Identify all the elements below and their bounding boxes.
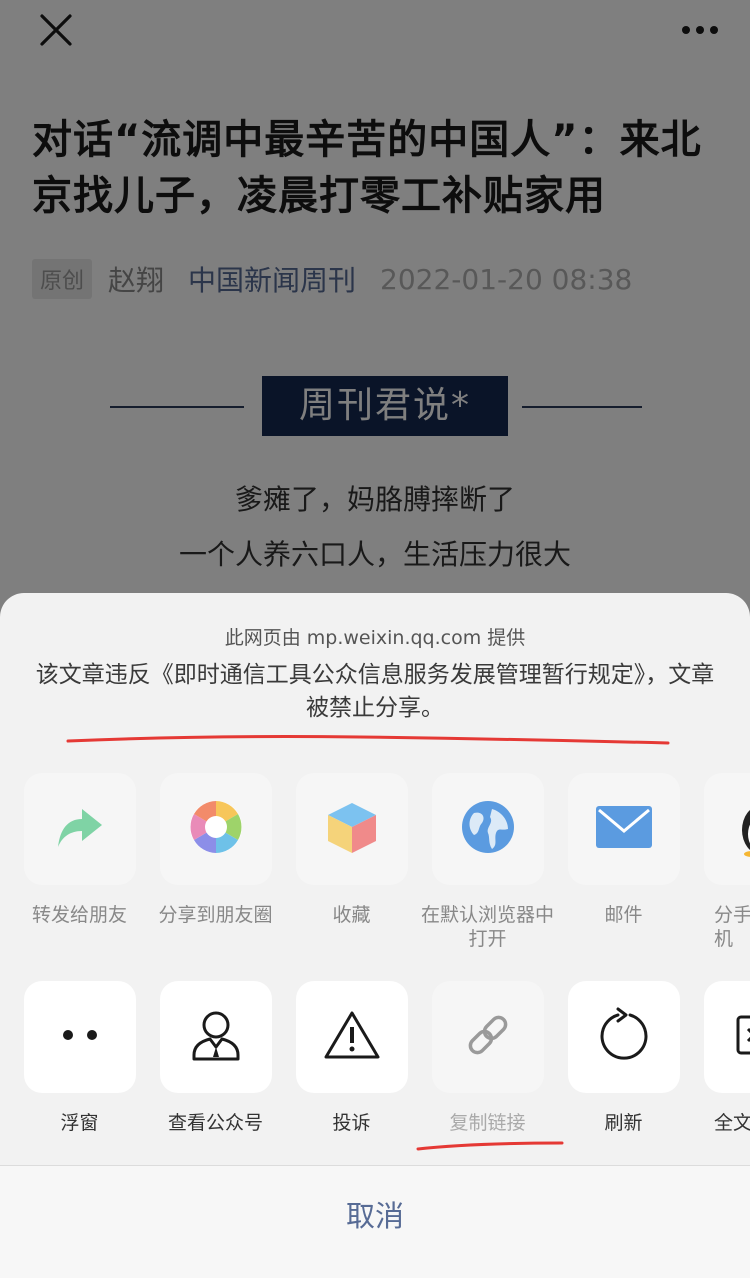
favorite-button[interactable]: 收藏 [284, 773, 419, 927]
share-action-sheet: 此网页由 mp.weixin.qq.com 提供 该文章违反《即时通信工具公众信… [0, 593, 750, 1278]
action-row: 浮窗 查看公众号 投诉 复制链接 刷新 全文 [0, 981, 750, 1161]
tile [703, 773, 750, 885]
share-to-moments-button[interactable]: 分享到朋友圈 [148, 773, 283, 927]
item-label: 分享到朋友圈 [158, 904, 273, 926]
tile [23, 773, 136, 885]
tile [703, 981, 750, 1093]
share-row: 转发给朋友 分享到朋友圈 收藏 在默认浏览器中打开 邮件 分手机 [0, 773, 750, 953]
warning-icon [323, 1009, 381, 1065]
item-label: 复制链接 [449, 1112, 526, 1134]
fulltext-icon [734, 1009, 750, 1065]
provider-text: 此网页由 mp.weixin.qq.com 提供 [224, 627, 526, 649]
item-label: 查看公众号 [167, 1112, 263, 1134]
tile [567, 981, 680, 1093]
item-label: 分手机 [714, 904, 750, 950]
item-label: 邮件 [604, 904, 643, 926]
tile [431, 773, 544, 885]
item-label: 全文 [714, 1112, 750, 1134]
open-in-browser-button[interactable]: 在默认浏览器中打开 [420, 773, 555, 951]
share-arrow-icon [52, 799, 108, 859]
share-forbidden-notice: 该文章违反《即时通信工具公众信息服务发展管理暂行规定》，文章被禁止分享。 [35, 662, 715, 721]
full-text-button[interactable]: 全文 [692, 981, 750, 1135]
cancel-button[interactable]: 取消 [0, 1166, 750, 1278]
tile [295, 773, 408, 885]
refresh-icon [596, 1007, 652, 1067]
globe-icon [460, 799, 516, 859]
red-underline-annotation [416, 1141, 564, 1151]
item-label: 刷新 [604, 1112, 643, 1134]
person-icon [188, 1007, 244, 1067]
favorite-cube-icon [324, 799, 380, 859]
item-label: 浮窗 [60, 1112, 99, 1134]
item-label: 在默认浏览器中打开 [420, 904, 554, 950]
tile [159, 773, 272, 885]
moments-icon [186, 797, 246, 861]
forward-to-friend-button[interactable]: 转发给朋友 [12, 773, 147, 927]
tile [431, 981, 544, 1093]
tile [23, 981, 136, 1093]
complain-button[interactable]: 投诉 [284, 981, 419, 1135]
tile [159, 981, 272, 1093]
float-window-button[interactable]: 浮窗 [12, 981, 147, 1135]
tile [567, 773, 680, 885]
mail-button[interactable]: 邮件 [556, 773, 691, 927]
view-official-account-button[interactable]: 查看公众号 [148, 981, 283, 1135]
item-label: 转发给朋友 [31, 904, 127, 926]
item-label: 投诉 [332, 1112, 371, 1134]
qq-penguin-icon [732, 796, 750, 862]
tile [295, 981, 408, 1093]
red-underline-annotation [66, 735, 670, 745]
refresh-button[interactable]: 刷新 [556, 981, 691, 1135]
link-icon [462, 1009, 514, 1065]
share-to-qq-button[interactable]: 分手机 [692, 773, 750, 951]
mail-icon [595, 805, 653, 853]
item-label: 收藏 [332, 904, 371, 926]
copy-link-button[interactable]: 复制链接 [420, 981, 555, 1135]
float-window-icon [58, 1027, 102, 1047]
